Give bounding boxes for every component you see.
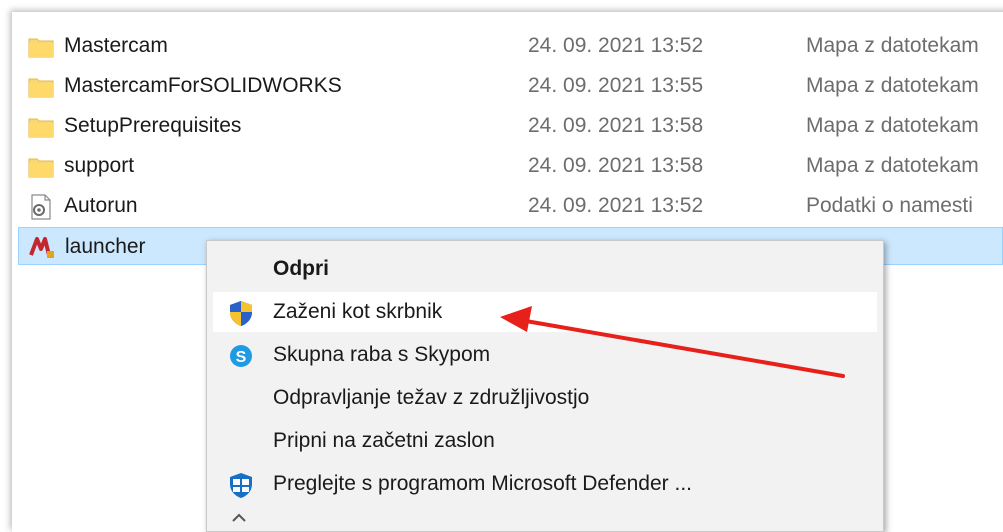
file-name: support (64, 154, 135, 177)
menu-item-open[interactable]: Odpri (213, 249, 877, 289)
menu-item-label: Odpri (273, 257, 329, 280)
skype-icon: S (230, 345, 252, 367)
folder-icon (28, 158, 54, 178)
menu-item-scan-defender[interactable]: Preglejte s programom Microsoft Defender… (213, 464, 877, 504)
file-type: Mapa z datotekam (806, 34, 979, 57)
file-row-mastercam[interactable]: Mastercam 24. 09. 2021 13:52 Mapa z dato… (18, 27, 1003, 65)
settings-file-icon (31, 194, 51, 220)
file-date: 24. 09. 2021 13:52 (528, 194, 704, 217)
mastercam-app-icon (29, 237, 54, 258)
file-type: Mapa z datotekam (806, 114, 979, 137)
menu-item-label: Preglejte s programom Microsoft Defender… (273, 472, 692, 495)
file-type: Podatki o namesti (806, 194, 973, 217)
file-row-setupprerequisites[interactable]: SetupPrerequisites 24. 09. 2021 13:58 Ma… (18, 107, 1003, 145)
defender-icon (230, 473, 252, 498)
file-name: SetupPrerequisites (64, 114, 242, 137)
folder-icon (28, 118, 54, 138)
menu-item-label: Pripni na začetni zaslon (273, 429, 495, 452)
menu-item-run-as-admin[interactable]: Zaženi kot skrbnik (213, 292, 877, 332)
file-type: Mapa z datotekam (806, 154, 979, 177)
file-date: 24. 09. 2021 13:58 (528, 154, 704, 177)
menu-item-share-skype[interactable]: S Skupna raba s Skypom (213, 335, 877, 375)
menu-item-label: Zaženi kot skrbnik (273, 300, 443, 323)
folder-icon (28, 78, 54, 98)
file-name: MastercamForSOLIDWORKS (64, 74, 342, 97)
folder-icon (28, 38, 54, 58)
file-date: 24. 09. 2021 13:58 (528, 114, 704, 137)
menu-item-pin-to-start[interactable]: Pripni na začetni zaslon (213, 421, 877, 461)
file-date: 24. 09. 2021 13:52 (528, 34, 704, 57)
partial-menu-icon (232, 513, 246, 522)
file-row-mastercamforsolidworks[interactable]: MastercamForSOLIDWORKS 24. 09. 2021 13:5… (18, 67, 1003, 105)
file-name: Mastercam (64, 34, 168, 57)
file-name: Autorun (64, 194, 138, 217)
menu-item-troubleshoot-compatibility[interactable]: Odpravljanje težav z združljivostjo (213, 378, 877, 418)
file-type: Mapa z datotekam (806, 74, 979, 97)
uac-shield-icon (230, 301, 252, 326)
file-row-support[interactable]: support 24. 09. 2021 13:58 Mapa z datote… (18, 147, 1003, 185)
file-row-autorun[interactable]: Autorun 24. 09. 2021 13:52 Podatki o nam… (18, 187, 1003, 225)
file-name: launcher (65, 235, 146, 258)
svg-text:S: S (236, 349, 247, 366)
file-date: 24. 09. 2021 13:55 (528, 74, 704, 97)
menu-item-label: Odpravljanje težav z združljivostjo (273, 386, 590, 409)
context-menu: Odpri Zaženi kot skrbnik S Skupna raba s… (206, 240, 884, 532)
menu-item-label: Skupna raba s Skypom (273, 343, 491, 366)
